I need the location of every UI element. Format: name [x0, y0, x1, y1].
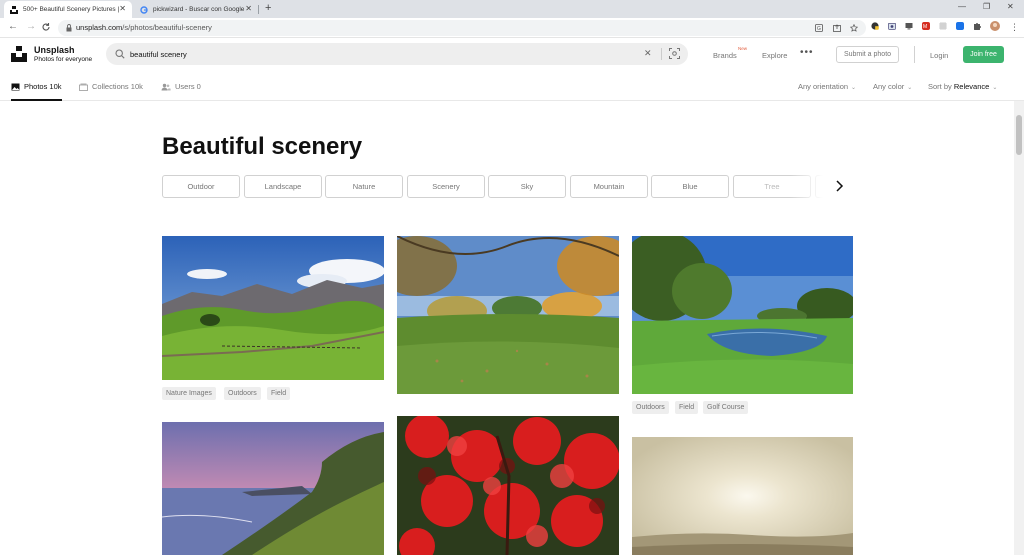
related-chip-outdoor[interactable]: Outdoor: [162, 175, 240, 198]
tab-photos[interactable]: Photos 10k: [11, 82, 62, 91]
browser-menu-icon[interactable]: ⋮: [1010, 21, 1019, 33]
tab-photos-label: Photos 10k: [24, 82, 62, 91]
search-bar: ✕: [106, 43, 688, 65]
tab-divider: [258, 5, 259, 14]
photo-card[interactable]: [632, 236, 853, 394]
svg-text:G: G: [817, 26, 821, 32]
photo-tag[interactable]: Field: [675, 401, 699, 414]
photo-card[interactable]: [397, 416, 619, 555]
translate-icon[interactable]: G: [815, 24, 823, 32]
browser-tab-google[interactable]: pickwizard - Buscar con Google ✕: [134, 1, 258, 18]
tab-title: 500+ Beautiful Scenery Pictures |: [23, 6, 120, 13]
photo-card[interactable]: [397, 236, 619, 394]
forward-button[interactable]: →: [26, 21, 36, 33]
related-chip-landscape[interactable]: Landscape: [244, 175, 322, 198]
photo-tag[interactable]: Outdoors: [632, 401, 669, 414]
svg-text:M: M: [923, 24, 927, 30]
orientation-filter[interactable]: Any orientation ⌄: [798, 82, 856, 91]
explore-link[interactable]: Explore: [762, 51, 787, 60]
lock-icon[interactable]: [66, 24, 72, 32]
related-chip-scenery[interactable]: Scenery: [407, 175, 485, 198]
more-menu-button[interactable]: •••: [800, 47, 814, 58]
page-title: Beautiful scenery: [162, 133, 363, 160]
photo-tag[interactable]: Nature Images: [162, 387, 216, 400]
login-link[interactable]: Login: [930, 51, 948, 60]
reload-icon[interactable]: [41, 22, 51, 32]
users-icon: [161, 83, 171, 90]
related-chip-nature[interactable]: Nature: [325, 175, 403, 198]
related-chip-blue[interactable]: Blue: [651, 175, 729, 198]
brands-link[interactable]: Brands: [713, 51, 737, 60]
brand-name[interactable]: Unsplash: [34, 45, 75, 55]
site-header: Unsplash Photos for everyone ✕ Brands Ne…: [0, 38, 1024, 71]
related-chip-sky[interactable]: Sky: [488, 175, 566, 198]
extension-blue-icon[interactable]: [956, 22, 964, 30]
extension-camera-icon[interactable]: [888, 22, 896, 30]
browser-tab-unsplash[interactable]: 500+ Beautiful Scenery Pictures | ✕: [4, 1, 132, 18]
bookmark-star-icon[interactable]: [850, 24, 858, 32]
window-close-icon[interactable]: ✕: [1007, 2, 1014, 11]
tab-title: pickwizard - Buscar con Google: [153, 6, 245, 13]
collections-icon: [79, 83, 88, 91]
extension-red-icon[interactable]: M: [922, 22, 930, 30]
share-icon[interactable]: [833, 24, 841, 32]
brands-new-badge: New: [738, 46, 748, 51]
page-scrollbar[interactable]: [1014, 101, 1024, 555]
tab-close-icon[interactable]: ✕: [245, 5, 252, 13]
photo-tag[interactable]: Field: [267, 387, 291, 400]
scrollbar-thumb[interactable]: [1016, 115, 1022, 155]
photo-image: [397, 416, 619, 555]
brand-tagline: Photos for everyone: [34, 56, 93, 63]
photo-image: [162, 422, 384, 555]
address-bar[interactable]: unsplash.com/s/photos/beautiful-scenery …: [58, 20, 866, 36]
photo-image: [162, 236, 384, 380]
extension-screen-icon[interactable]: [905, 22, 913, 30]
unsplash-logo-icon[interactable]: [11, 46, 27, 62]
photo-card[interactable]: [162, 422, 384, 555]
photo-image: [397, 236, 619, 394]
minimize-icon[interactable]: —: [958, 2, 966, 11]
tab-users[interactable]: Users 0: [161, 82, 201, 91]
photo-tag[interactable]: Outdoors: [224, 387, 261, 400]
unsplash-favicon-icon: [10, 5, 18, 14]
tab-close-icon[interactable]: ✕: [119, 5, 126, 13]
url-text[interactable]: unsplash.com/s/photos/beautiful-scenery: [76, 23, 212, 32]
related-chip-mountain[interactable]: Mountain: [570, 175, 648, 198]
chevron-right-icon[interactable]: [833, 179, 845, 193]
browser-tab-strip: 500+ Beautiful Scenery Pictures | ✕ pick…: [0, 0, 1024, 18]
browser-toolbar: ← → unsplash.com/s/photos/beautiful-scen…: [0, 18, 1024, 38]
search-icon[interactable]: [115, 49, 125, 59]
photo-image: [632, 236, 853, 394]
active-tab-indicator: [11, 99, 62, 101]
photo-card[interactable]: [162, 236, 384, 380]
profile-avatar-icon[interactable]: [990, 21, 1000, 31]
back-button[interactable]: ←: [8, 21, 18, 33]
photo-image: [632, 437, 853, 555]
search-input[interactable]: [130, 48, 630, 60]
tab-collections[interactable]: Collections 10k: [79, 82, 143, 91]
photo-icon: [11, 83, 20, 90]
sort-filter[interactable]: Sort by Relevance ⌄: [928, 82, 997, 91]
photo-card[interactable]: [632, 437, 853, 555]
clear-search-icon[interactable]: ✕: [644, 48, 652, 59]
join-free-button[interactable]: Join free: [963, 46, 1004, 63]
photo-tag[interactable]: Golf Course: [703, 401, 749, 414]
submit-photo-button[interactable]: Submit a photo: [836, 46, 899, 63]
search-results-subnav: Photos 10k Collections 10k Users 0 Any o…: [0, 71, 1024, 101]
extension-grid-icon[interactable]: [939, 22, 947, 30]
header-divider: [914, 46, 915, 63]
extension-shield-icon[interactable]: [871, 22, 879, 30]
visual-search-icon[interactable]: [669, 48, 680, 59]
tab-users-label: Users 0: [175, 82, 201, 91]
extensions-puzzle-icon[interactable]: [973, 22, 981, 30]
search-divider: [661, 48, 662, 60]
new-tab-button[interactable]: +: [265, 3, 271, 14]
tab-collections-label: Collections 10k: [92, 82, 143, 91]
restore-icon[interactable]: ❐: [983, 2, 990, 11]
google-favicon-icon: [140, 5, 148, 14]
color-filter[interactable]: Any color ⌄: [873, 82, 912, 91]
